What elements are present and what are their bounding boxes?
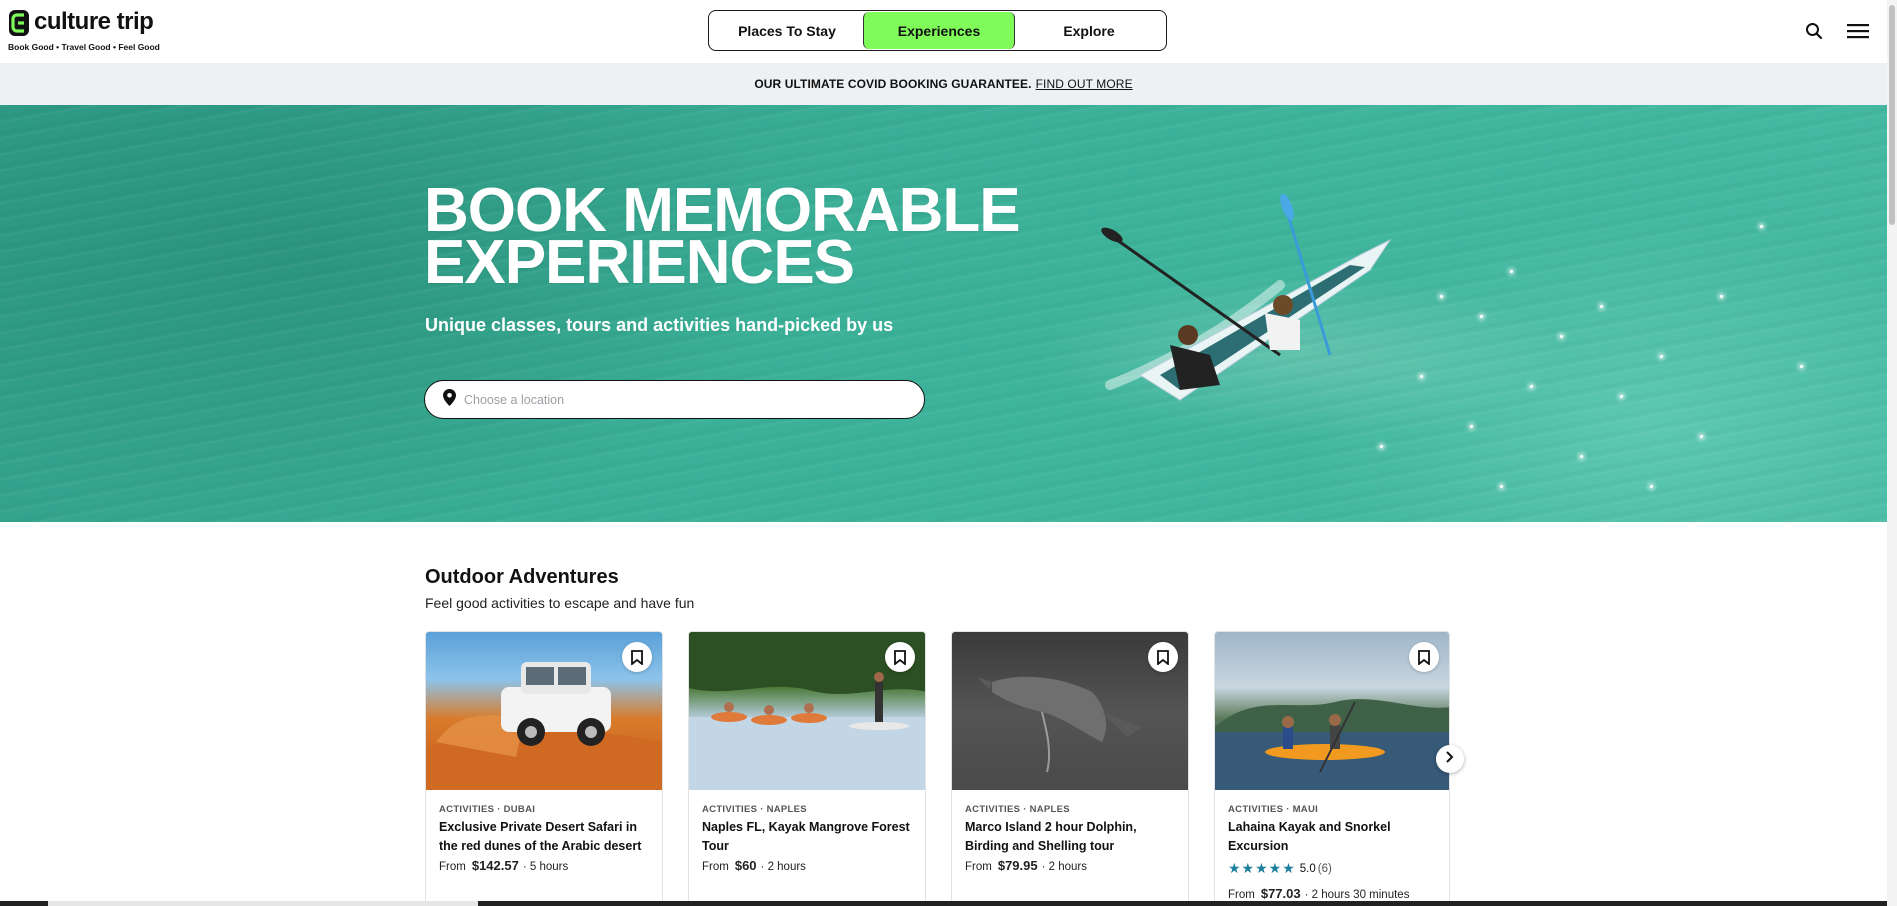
price-amount: $142.57	[471, 858, 519, 873]
location-pin-icon	[443, 388, 456, 411]
card-title[interactable]: Exclusive Private Desert Safari in the r…	[439, 818, 654, 855]
price-amount: $79.95	[997, 858, 1038, 873]
hero-title: BOOK MEMORABLE EXPERIENCES	[424, 180, 1124, 294]
site-header: culture trip Book Good • Travel Good • F…	[0, 0, 1887, 63]
tab-places-to-stay[interactable]: Places To Stay	[711, 12, 863, 49]
card-title[interactable]: Marco Island 2 hour Dolphin, Birding and…	[965, 818, 1180, 855]
vertical-scrollbar[interactable]	[1887, 0, 1897, 906]
duration: · 2 hours 30 minutes	[1304, 889, 1410, 901]
chevron-right-icon	[1445, 750, 1455, 768]
card-price: From $79.95 · 2 hours	[965, 858, 1087, 873]
hero-subtitle: Unique classes, tours and activities han…	[425, 315, 894, 335]
kayak-image	[1101, 193, 1392, 401]
product-tabs: Places To Stay Experiences Explore	[708, 10, 1167, 51]
hero: BOOK MEMORABLE EXPERIENCES Unique classe…	[0, 105, 1887, 522]
duration: · 5 hours	[522, 861, 569, 873]
experience-card[interactable]: ACTIVITIES · NAPLES Marco Island 2 hour …	[951, 631, 1189, 906]
price-prefix: From	[1228, 889, 1255, 901]
card-title[interactable]: Naples FL, Kayak Mangrove Forest Tour	[702, 818, 917, 855]
card-category: ACTIVITIES · NAPLES	[965, 804, 1070, 815]
price-prefix: From	[439, 861, 466, 873]
price-prefix: From	[702, 861, 729, 873]
duration: · 2 hours	[760, 861, 806, 873]
experience-carousel: ACTIVITIES · DUBAI Exclusive Private Des…	[425, 631, 1450, 906]
culture-trip-logo-icon	[8, 9, 30, 37]
card-price: From $142.57 · 5 hours	[439, 858, 568, 873]
card-category: ACTIVITIES · MAUI	[1228, 804, 1319, 815]
card-price: From $60 · 2 hours	[702, 858, 806, 873]
card-rating: ★★★★★ 5.0 (6)	[1228, 860, 1332, 877]
card-image-desert-safari	[426, 632, 662, 790]
tab-experiences[interactable]: Experiences	[863, 12, 1015, 49]
bookmark-icon[interactable]	[1409, 642, 1439, 672]
card-price: From $77.03 · 2 hours 30 minutes	[1228, 886, 1409, 901]
carousel-next-button[interactable]	[1436, 745, 1464, 773]
price-amount: $60	[734, 858, 757, 873]
section-subtitle: Feel good activities to escape and have …	[425, 595, 695, 611]
logo[interactable]: culture trip Book Good • Travel Good • F…	[8, 8, 160, 53]
rating-stars: ★★★★★	[1228, 860, 1296, 876]
tab-explore[interactable]: Explore	[1015, 12, 1163, 49]
rating-count: (6)	[1317, 862, 1332, 875]
price-prefix: From	[965, 861, 992, 873]
bookmark-icon[interactable]	[622, 642, 652, 672]
card-category: ACTIVITIES · NAPLES	[702, 804, 807, 815]
logo-tagline: Book Good • Travel Good • Feel Good	[8, 42, 160, 52]
search-icon[interactable]	[1803, 20, 1825, 42]
card-image-lahaina-kayak	[1215, 632, 1449, 790]
card-title[interactable]: Lahaina Kayak and Snorkel Excursion	[1228, 818, 1443, 855]
price-amount: $77.03	[1260, 886, 1301, 901]
experience-card[interactable]: ACTIVITIES · MAUI Lahaina Kayak and Snor…	[1214, 631, 1450, 906]
banner-text: OUR ULTIMATE COVID BOOKING GUARANTEE.	[754, 77, 1032, 91]
rating-value: 5.0	[1299, 862, 1316, 875]
bookmark-icon[interactable]	[1148, 642, 1178, 672]
find-out-more-link[interactable]: FIND OUT MORE	[1036, 77, 1133, 91]
bottom-bar-segment	[48, 901, 478, 906]
scrollbar-thumb[interactable]	[1889, 5, 1895, 225]
covid-banner: OUR ULTIMATE COVID BOOKING GUARANTEE. FI…	[0, 63, 1887, 105]
card-category: ACTIVITIES · DUBAI	[439, 804, 536, 815]
location-input[interactable]	[464, 392, 884, 407]
card-image-kayak-mangrove	[689, 632, 925, 790]
section-title: Outdoor Adventures	[425, 566, 619, 588]
card-image-dolphin	[952, 632, 1188, 790]
bookmark-icon[interactable]	[885, 642, 915, 672]
menu-icon[interactable]	[1847, 20, 1869, 42]
experience-card[interactable]: ACTIVITIES · DUBAI Exclusive Private Des…	[425, 631, 663, 906]
experience-card[interactable]: ACTIVITIES · NAPLES Naples FL, Kayak Man…	[688, 631, 926, 906]
duration: · 2 hours	[1041, 861, 1087, 873]
location-search[interactable]	[424, 380, 925, 419]
logo-name: culture trip	[34, 8, 154, 35]
